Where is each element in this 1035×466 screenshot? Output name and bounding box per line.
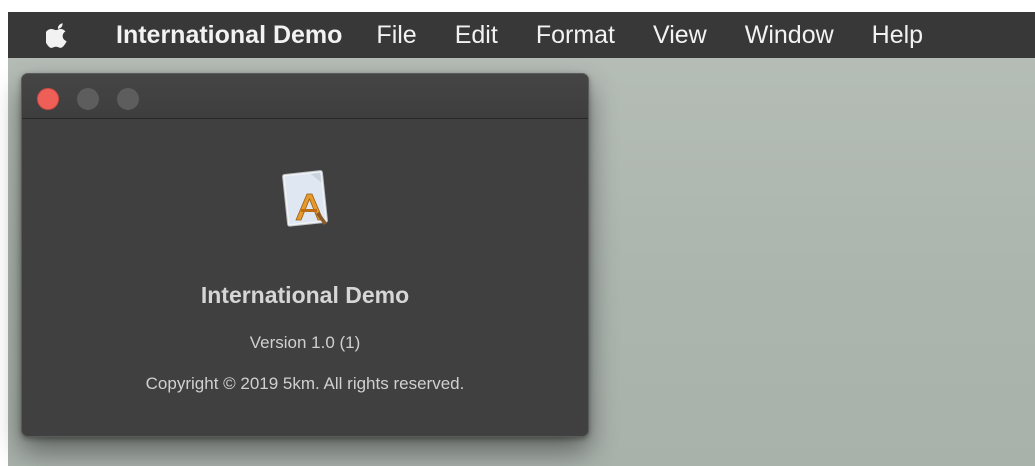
menu-app-name[interactable]: International Demo [116, 12, 342, 58]
menu-window[interactable]: Window [745, 12, 834, 58]
menu-format[interactable]: Format [536, 12, 615, 58]
menu-view[interactable]: View [653, 12, 707, 58]
apple-logo-icon[interactable] [46, 21, 70, 49]
about-window: International Demo Version 1.0 (1) Copyr… [21, 73, 589, 437]
menu-file[interactable]: File [376, 12, 416, 58]
close-button[interactable] [37, 88, 59, 110]
zoom-button[interactable] [117, 88, 139, 110]
menu-bar: International Demo File Edit Format View… [8, 12, 1035, 58]
about-copyright: Copyright © 2019 5km. All rights reserve… [145, 374, 465, 393]
menu-edit[interactable]: Edit [455, 12, 498, 58]
window-titlebar[interactable] [22, 74, 588, 119]
minimize-button[interactable] [77, 88, 99, 110]
xcode-app-document-icon [279, 164, 339, 232]
about-version: Version 1.0 (1) [249, 333, 361, 352]
about-app-name: International Demo [200, 282, 410, 308]
menu-help[interactable]: Help [872, 12, 923, 58]
